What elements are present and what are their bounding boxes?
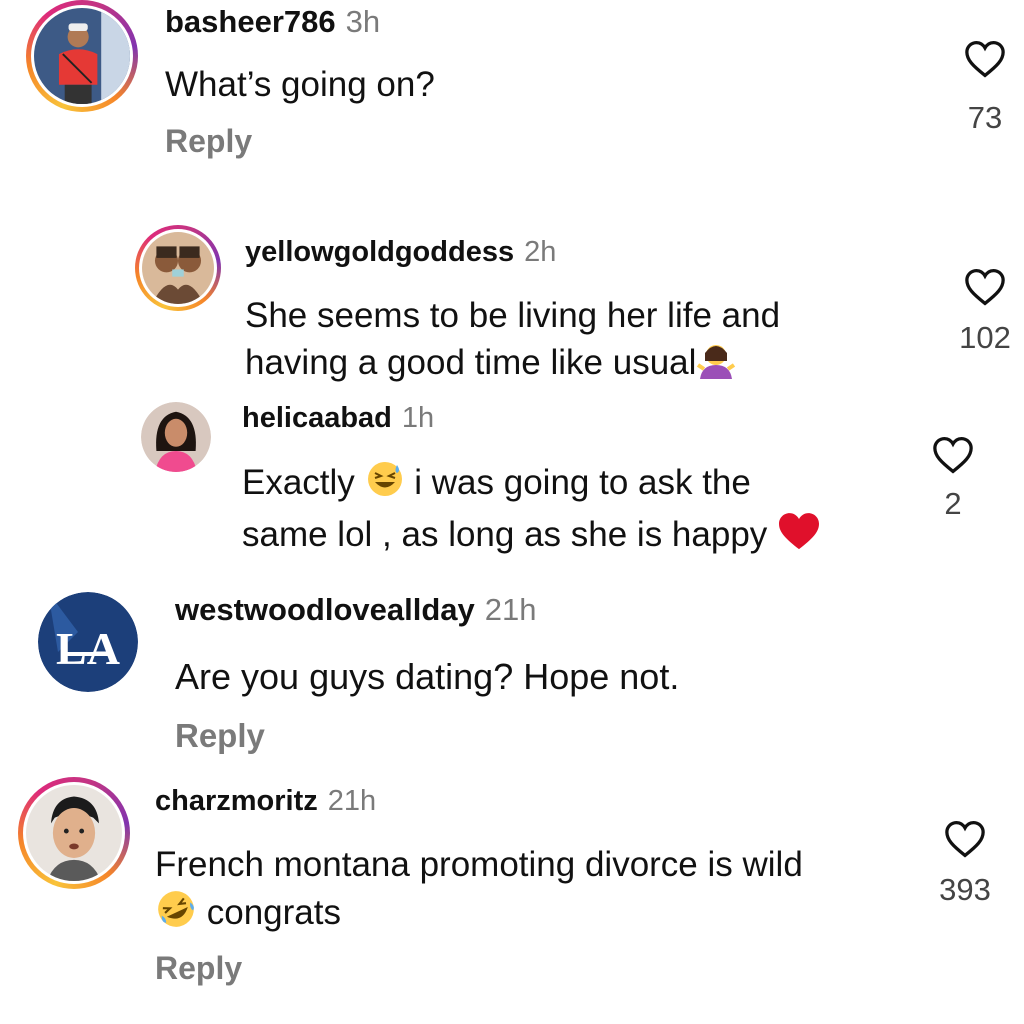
- username[interactable]: charzmoritz: [155, 785, 318, 817]
- heart-icon: [945, 820, 985, 858]
- like-count: 102: [959, 320, 1011, 355]
- like-button[interactable]: 2: [918, 436, 988, 522]
- red-heart-emoji-icon: [777, 511, 821, 563]
- avatar[interactable]: [18, 777, 130, 889]
- comment-text-line: having a good time like usual: [245, 342, 697, 382]
- comment-text: What’s going on?: [165, 65, 435, 104]
- like-button[interactable]: 73: [950, 40, 1020, 136]
- woman-shrugging-emoji-icon: [696, 339, 736, 391]
- comment-text-line: same lol , as long as she is happy: [242, 514, 768, 554]
- woman-pink-top-avatar-icon: [141, 402, 211, 472]
- comment-text: French montana promoting divorce is wild…: [155, 842, 803, 941]
- avatar[interactable]: [135, 225, 221, 311]
- like-button[interactable]: 393: [930, 820, 1000, 908]
- like-count: 73: [967, 100, 1003, 135]
- man-red-shirt-avatar-icon: [34, 8, 130, 104]
- comment-text-line: She seems to be living her life and: [245, 296, 781, 335]
- like-count: 393: [939, 872, 991, 907]
- reply-button[interactable]: Reply: [155, 950, 242, 987]
- comment-text: Are you guys dating? Hope not.: [175, 656, 680, 697]
- timestamp: 2h: [524, 236, 557, 268]
- timestamp: 3h: [345, 4, 381, 39]
- rolling-laughing-emoji-icon: [155, 888, 197, 942]
- like-button[interactable]: 102: [950, 268, 1020, 356]
- reply-button[interactable]: Reply: [165, 123, 252, 160]
- grinning-sweat-emoji-icon: [365, 459, 405, 511]
- like-count: 2: [944, 486, 962, 521]
- username[interactable]: basheer786: [165, 4, 336, 39]
- comment-text-line: French montana promoting divorce is wild: [155, 845, 803, 884]
- comment-text-part: i was going to ask the: [414, 463, 751, 502]
- heart-icon: [965, 268, 1005, 306]
- username[interactable]: helicaabad: [242, 402, 392, 434]
- svg-text:LA: LA: [56, 623, 120, 674]
- comment-text: She seems to be living her life and havi…: [245, 293, 780, 390]
- avatar[interactable]: [141, 402, 211, 472]
- comment-text-line: congrats: [206, 892, 341, 932]
- young-man-avatar-icon: [26, 785, 122, 881]
- comment-text-part: Exactly: [242, 463, 355, 502]
- heart-icon: [933, 436, 973, 474]
- username[interactable]: yellowgoldgoddess: [245, 236, 514, 268]
- dodgers-la-logo-avatar-icon: LA: [38, 592, 138, 692]
- two-women-avatar-icon: [142, 232, 214, 304]
- reply-button[interactable]: Reply: [175, 717, 265, 755]
- avatar[interactable]: LA: [38, 592, 138, 692]
- timestamp: 21h: [484, 592, 537, 627]
- timestamp: 1h: [401, 402, 435, 434]
- username[interactable]: westwoodloveallday: [175, 592, 475, 627]
- comment-text: Exactly i was going to ask the same lol …: [242, 459, 821, 562]
- heart-icon: [965, 40, 1005, 78]
- timestamp: 21h: [327, 785, 377, 817]
- avatar[interactable]: [26, 0, 138, 112]
